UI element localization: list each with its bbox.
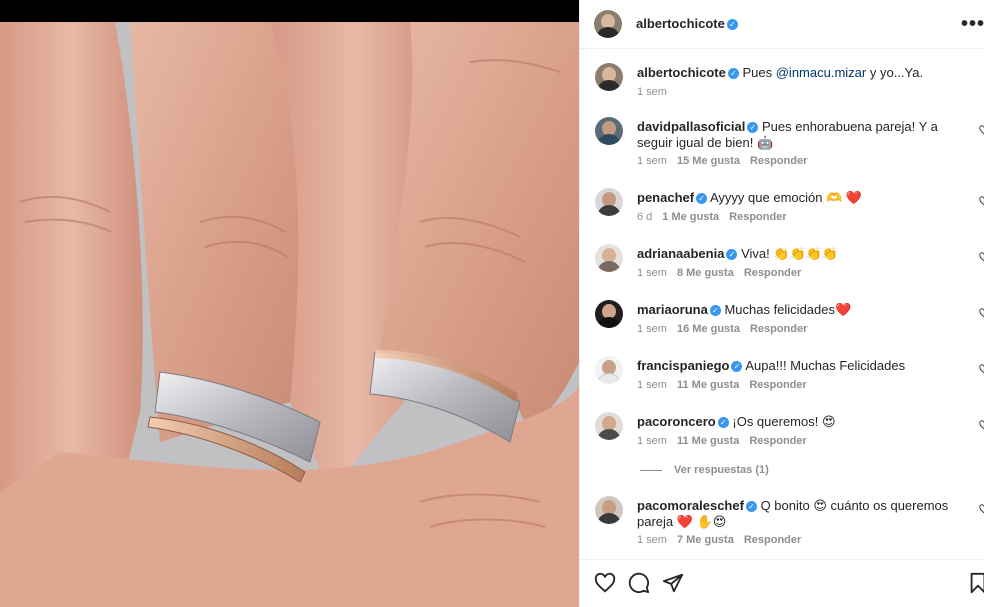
verified-badge-icon: ✓ <box>727 68 739 79</box>
comment-reply-button[interactable]: Responder <box>729 211 786 223</box>
comment-body: Muchas felicidades❤️ <box>724 302 852 317</box>
comment-username[interactable]: adrianaabenia <box>637 246 724 261</box>
comment-likes[interactable]: 7 Me gusta <box>677 534 734 546</box>
comment-reply-button[interactable]: Responder <box>750 155 807 167</box>
comment-avatar[interactable] <box>595 412 623 440</box>
photo-hands-rings <box>0 22 579 607</box>
comment-body: Aupa!!! Muchas Felicidades <box>745 358 906 373</box>
bookmark-icon[interactable] <box>969 572 984 594</box>
comment-avatar[interactable] <box>595 63 623 91</box>
comment-like-heart-icon[interactable] <box>979 420 984 430</box>
comment-username[interactable]: penachef <box>637 190 694 205</box>
replies-divider-line <box>640 469 662 471</box>
comment-time[interactable]: 1 sem <box>637 534 667 546</box>
comment-text: pacomoraleschef ✓ Q bonito 😍 cuánto os qu… <box>637 498 972 530</box>
comment-meta: 1 sem <box>637 86 677 98</box>
comment-text: francispaniego ✓ Aupa!!! Muchas Felicidad… <box>637 358 972 374</box>
comment-body: Viva! 👏👏👏👏 <box>741 246 839 261</box>
more-options-icon[interactable]: ••• <box>961 13 984 36</box>
comment-body-tail: y yo...Ya. <box>866 65 924 80</box>
comment-like-heart-icon[interactable] <box>979 196 984 206</box>
comment-meta: 1 sem 8 Me gusta Responder <box>637 267 811 279</box>
comment-like-heart-icon[interactable] <box>979 504 984 514</box>
comment-likes[interactable]: 15 Me gusta <box>677 155 740 167</box>
comment-text: davidpallasoficial ✓ Pues enhorabuena par… <box>637 119 972 151</box>
comment-time[interactable]: 1 sem <box>637 379 667 391</box>
verified-badge-icon: ✓ <box>745 501 757 512</box>
comment-meta: 1 sem 15 Me gusta Responder <box>637 155 817 167</box>
comment-time[interactable]: 1 sem <box>637 435 667 447</box>
view-replies-button[interactable]: Ver respuestas (1) <box>640 464 769 476</box>
hands-with-rings-illustration <box>0 22 579 607</box>
author-username[interactable]: albertochicote ✓ <box>636 16 738 31</box>
comment-likes[interactable]: 11 Me gusta <box>677 435 739 447</box>
verified-badge-icon: ✓ <box>747 122 759 133</box>
verified-badge-icon: ✓ <box>726 249 738 260</box>
comment-meta: 1 sem 7 Me gusta Responder <box>637 534 811 546</box>
comment-reply-button[interactable]: Responder <box>744 534 801 546</box>
comment-likes[interactable]: 11 Me gusta <box>677 379 739 391</box>
comment-username[interactable]: francispaniego <box>637 358 729 373</box>
comment-username[interactable]: mariaoruna <box>637 302 708 317</box>
comment-likes[interactable]: 8 Me gusta <box>677 267 734 279</box>
post-side-panel: albertochicote ✓ ••• albertochicote ✓ Pues… <box>579 0 984 607</box>
comment-like-heart-icon[interactable] <box>979 252 984 262</box>
comment-username[interactable]: pacomoraleschef <box>637 498 744 513</box>
comment-body: Pues <box>742 65 776 80</box>
comment-reply-button[interactable]: Responder <box>749 379 806 391</box>
comment-meta: 1 sem 11 Me gusta Responder <box>637 379 817 391</box>
view-replies-label[interactable]: Ver respuestas (1) <box>674 464 769 476</box>
comment-likes[interactable]: 1 Me gusta <box>662 211 719 223</box>
comment-text: albertochicote ✓ Pues @inmacu.mizar y yo.… <box>637 65 972 81</box>
comment-username[interactable]: davidpallasoficial <box>637 119 745 134</box>
comment-time[interactable]: 1 sem <box>637 86 667 98</box>
comment-username[interactable]: albertochicote <box>637 65 726 80</box>
comment-text: mariaoruna ✓ Muchas felicidades❤️ <box>637 302 972 318</box>
author-avatar[interactable] <box>594 10 622 38</box>
comment-likes[interactable]: 16 Me gusta <box>677 323 740 335</box>
comment-meta: 1 sem 16 Me gusta Responder <box>637 323 817 335</box>
post-actions-bar <box>580 559 984 607</box>
comment-mention-link[interactable]: @inmacu.mizar <box>776 65 867 80</box>
comment-like-heart-icon[interactable] <box>979 308 984 318</box>
comment-time[interactable]: 1 sem <box>637 323 667 335</box>
comment-like-heart-icon[interactable] <box>979 364 984 374</box>
verified-badge-icon: ✓ <box>731 361 743 372</box>
comment-username[interactable]: pacoroncero <box>637 414 716 429</box>
share-icon[interactable] <box>662 572 684 594</box>
comment-reply-button[interactable]: Responder <box>750 323 807 335</box>
post-header: albertochicote ✓ ••• <box>580 0 984 49</box>
comment-reply-button[interactable]: Responder <box>749 435 806 447</box>
comment-text: adrianaabenia ✓ Viva! 👏👏👏👏 <box>637 246 972 262</box>
verified-badge-icon: ✓ <box>726 19 738 30</box>
comment-avatar[interactable] <box>595 244 623 272</box>
verified-badge-icon: ✓ <box>696 193 708 204</box>
verified-badge-icon: ✓ <box>709 305 721 316</box>
comment-time[interactable]: 6 d <box>637 211 652 223</box>
author-username-text[interactable]: albertochicote <box>636 16 725 31</box>
comment-meta: 1 sem 11 Me gusta Responder <box>637 435 817 447</box>
comment-time[interactable]: 1 sem <box>637 155 667 167</box>
post-photo[interactable] <box>0 0 579 607</box>
comment-icon[interactable] <box>628 572 650 594</box>
comment-avatar[interactable] <box>595 496 623 524</box>
comment-time[interactable]: 1 sem <box>637 267 667 279</box>
comment-reply-button[interactable]: Responder <box>744 267 801 279</box>
comment-meta: 6 d 1 Me gusta Responder <box>637 211 797 223</box>
comment-avatar[interactable] <box>595 356 623 384</box>
comment-avatar[interactable] <box>595 117 623 145</box>
verified-badge-icon: ✓ <box>717 417 729 428</box>
comment-avatar[interactable] <box>595 300 623 328</box>
comment-body: ¡Os queremos! 😍 <box>732 414 836 429</box>
comment-text: penachef ✓ Ayyyy que emoción 🫶 ❤️ <box>637 190 972 206</box>
comment-body: Ayyyy que emoción 🫶 ❤️ <box>709 190 863 205</box>
comment-like-heart-icon[interactable] <box>979 125 984 135</box>
heart-icon[interactable] <box>594 572 616 594</box>
comment-avatar[interactable] <box>595 188 623 216</box>
comment-text: pacoroncero ✓ ¡Os queremos! 😍 <box>637 414 972 430</box>
